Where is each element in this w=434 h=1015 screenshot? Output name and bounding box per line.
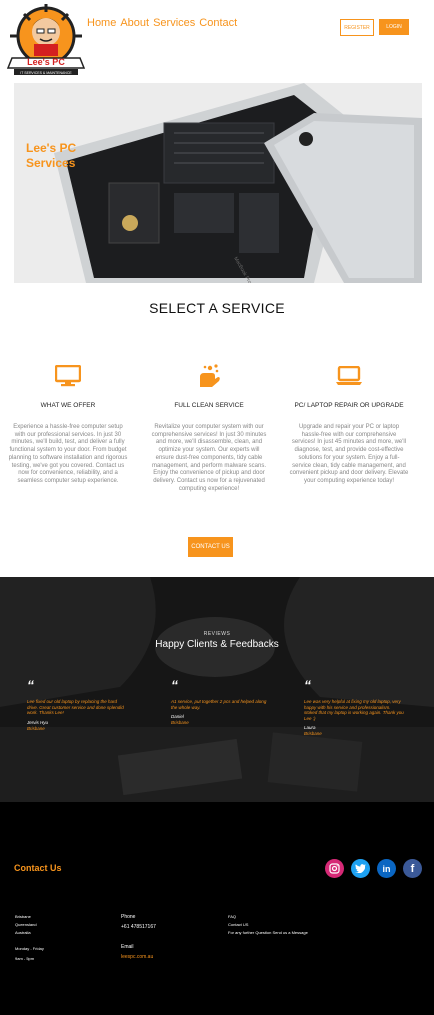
- email-value[interactable]: leespc.com.au: [121, 953, 156, 961]
- review-text: Lee was very helpful at fixing my old la…: [304, 699, 404, 721]
- footer-title: Contact Us: [14, 863, 62, 873]
- reviews-section: REVIEWS Happy Clients & Feedbacks “ Lee …: [0, 577, 434, 802]
- twitter-icon[interactable]: [351, 859, 370, 878]
- hours-label: Monday - Friday: [15, 946, 44, 951]
- footer-location: Brisbane Queensland Australia Monday - F…: [15, 913, 44, 963]
- footer-contact-details: Phone +61 478517167 Email leespc.com.au: [121, 913, 156, 961]
- reviewer-city: Brisbane: [171, 720, 189, 726]
- phone-label: Phone: [121, 914, 136, 920]
- site-header: Lee's PC IT SERVICES & MAINTENANCE Home …: [0, 0, 434, 80]
- review-text: A1 service, put together 2 pcs and helpe…: [171, 699, 267, 710]
- footer-faq: FAQ Contact US For any further Question …: [228, 913, 308, 937]
- facebook-icon[interactable]: f: [403, 859, 422, 878]
- review-card: “ A1 service, put together 2 pcs and hel…: [171, 677, 271, 726]
- hours-value: 9am - 5pm: [15, 956, 35, 961]
- service-card-repair-upgrade: PC/ LAPTOP REPAIR OR UPGRADE Upgrade and…: [289, 362, 409, 486]
- service-title: PC/ LAPTOP REPAIR OR UPGRADE: [294, 402, 404, 409]
- quote-icon: “: [171, 677, 178, 693]
- faq-text: For any further Question Send us a Messa…: [228, 930, 308, 935]
- email-label: Email: [121, 944, 134, 950]
- reviews-title: Happy Clients & Feedbacks: [155, 639, 279, 650]
- review-card: “ Lee fixed our old laptop by replacing …: [27, 677, 127, 731]
- reviewer-city: Brisbane: [27, 725, 45, 731]
- reviewer-name: Jervis Hyu: [27, 719, 49, 725]
- nav-contact[interactable]: Contact: [199, 17, 237, 29]
- linkedin-icon[interactable]: in: [377, 859, 396, 878]
- service-card-full-clean: FULL CLEAN SERVICE Revitalize your compu…: [149, 362, 269, 493]
- location-country: Australia: [15, 930, 31, 935]
- reviewer-city: Brisbane: [304, 731, 322, 737]
- monitor-icon: [8, 362, 128, 390]
- hero-title: Lee's PC Services: [26, 141, 77, 170]
- review-text: Lee fixed our old laptop by replacing th…: [27, 699, 124, 716]
- laptop-internals-image: MacBook Pro: [14, 83, 422, 283]
- hero-banner: MacBook Pro Lee's PC Services: [14, 83, 422, 283]
- service-title: FULL CLEAN SERVICE: [174, 402, 244, 409]
- faq-contact-link[interactable]: Contact US: [228, 921, 308, 929]
- nav-home[interactable]: Home: [87, 17, 116, 29]
- logo-tagline: IT SERVICES & MAINTENANCE: [20, 71, 72, 75]
- logo-text: Lee's PC: [27, 57, 65, 67]
- service-description: Experience a hassle-free computer setup …: [8, 424, 128, 484]
- reviewer-name: Laura: [304, 725, 316, 731]
- location-state: Queensland: [15, 922, 37, 927]
- nav-services[interactable]: Services: [153, 17, 195, 29]
- location-city: Brisbane: [15, 914, 31, 919]
- phone-value[interactable]: +61 478517167: [121, 923, 156, 931]
- service-card-what-we-offer: WHAT WE OFFER Experience a hassle-free c…: [8, 362, 128, 486]
- faq-label[interactable]: FAQ: [228, 913, 308, 921]
- service-description: Upgrade and repair your PC or laptop has…: [289, 424, 409, 484]
- site-footer: Contact Us in f Brisbane Queensland Aust…: [0, 802, 434, 1015]
- lees-pc-logo[interactable]: Lee's PC IT SERVICES & MAINTENANCE: [4, 2, 88, 78]
- quote-icon: “: [27, 677, 34, 693]
- nav-about[interactable]: About: [120, 17, 149, 29]
- main-nav: Home About Services Contact: [87, 17, 237, 29]
- laptop-icon: [289, 362, 409, 390]
- contact-us-button[interactable]: CONTACT US: [188, 537, 233, 557]
- cleaning-hands-icon: [149, 362, 269, 390]
- quote-icon: “: [304, 677, 311, 693]
- review-card: “ Lee was very helpful at fixing my old …: [304, 677, 404, 737]
- reviewer-name: Daniel: [171, 714, 184, 720]
- services-title: SELECT A SERVICE: [149, 300, 285, 316]
- service-description: Revitalize your computer system with our…: [151, 424, 267, 492]
- login-button[interactable]: LOGIN: [379, 19, 409, 35]
- reviews-label: REVIEWS: [203, 631, 231, 637]
- service-title: WHAT WE OFFER: [40, 402, 96, 409]
- instagram-icon[interactable]: [325, 859, 344, 878]
- register-button[interactable]: REGISTER: [340, 19, 374, 36]
